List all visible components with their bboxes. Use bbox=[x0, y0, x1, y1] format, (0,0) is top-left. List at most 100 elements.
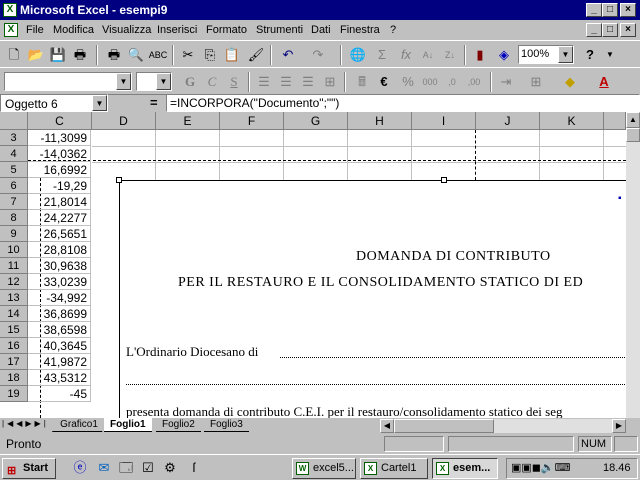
underline-icon[interactable]: S bbox=[224, 72, 244, 92]
tab-foglio1[interactable]: Foglio1 bbox=[104, 418, 152, 432]
menu-inserisci[interactable]: Inserisci bbox=[157, 24, 197, 36]
bold-icon[interactable]: G bbox=[180, 72, 200, 92]
scroll-thumb[interactable] bbox=[626, 128, 640, 142]
row-header[interactable]: 18 bbox=[0, 370, 28, 386]
scroll-left-icon[interactable]: ◀ bbox=[380, 419, 394, 433]
cell-c[interactable]: 43,5312 bbox=[28, 370, 91, 386]
web-icon[interactable]: 🌐 bbox=[348, 45, 368, 65]
tab-foglio2[interactable]: Foglio2 bbox=[156, 418, 201, 432]
row-header[interactable]: 6 bbox=[0, 178, 28, 194]
autosum-icon[interactable]: Σ bbox=[372, 45, 392, 65]
undo-icon[interactable]: ↶ bbox=[278, 45, 298, 65]
menu-visualizza[interactable]: Visualizza bbox=[102, 24, 151, 36]
chevron-down-icon[interactable]: ▼ bbox=[156, 73, 171, 90]
menu-modifica[interactable]: Modifica bbox=[53, 24, 94, 36]
start-button[interactable]: ⊞ Start bbox=[2, 458, 56, 479]
font-select[interactable]: ▼ bbox=[4, 72, 132, 91]
cell-c[interactable]: -11,3099 bbox=[28, 130, 91, 146]
row-header[interactable]: 7 bbox=[0, 194, 28, 210]
cell-c[interactable]: -45 bbox=[28, 386, 91, 402]
desktop-icon[interactable]: 🗔 bbox=[116, 458, 136, 478]
outlook-icon[interactable]: ✉ bbox=[94, 458, 114, 478]
ie-icon[interactable]: ⓔ bbox=[70, 458, 90, 478]
resize-handle-n[interactable] bbox=[441, 177, 447, 183]
select-all-corner[interactable] bbox=[0, 112, 28, 130]
align-left-icon[interactable]: ☰ bbox=[254, 72, 274, 92]
save-icon[interactable]: 💾 bbox=[48, 45, 68, 65]
open-icon[interactable]: 📂 bbox=[26, 45, 46, 65]
horizontal-scrollbar[interactable]: ◀ ▶ bbox=[380, 419, 626, 433]
paste-icon[interactable]: 📋 bbox=[222, 45, 242, 65]
column-header-f[interactable]: F bbox=[220, 112, 284, 130]
drawing-icon[interactable]: ◈ bbox=[494, 45, 514, 65]
cell-c[interactable]: 26,5651 bbox=[28, 226, 91, 242]
row-header[interactable]: 11 bbox=[0, 258, 28, 274]
quicklaunch-icon[interactable]: ⚙ bbox=[160, 458, 180, 478]
column-header-e[interactable]: E bbox=[156, 112, 220, 130]
cell-c[interactable]: 36,8699 bbox=[28, 306, 91, 322]
cell-c[interactable]: 40,3645 bbox=[28, 338, 91, 354]
print-preview-icon[interactable]: 🖶 bbox=[104, 45, 124, 65]
row-header[interactable]: 15 bbox=[0, 322, 28, 338]
tray-icons[interactable]: ▣▣◼🔊⌨ bbox=[511, 461, 571, 474]
cell-c[interactable]: -19,29 bbox=[28, 178, 91, 194]
row-header[interactable]: 10 bbox=[0, 242, 28, 258]
new-icon[interactable]: 🗋 bbox=[4, 45, 24, 65]
row-header[interactable]: 14 bbox=[0, 306, 28, 322]
column-header-partial[interactable] bbox=[604, 112, 626, 130]
cell-c[interactable]: 33,0239 bbox=[28, 274, 91, 290]
worksheet-grid[interactable]: C D E F G H I J K 3 -11,3099 4 -14,0362 5 16,… bbox=[0, 112, 640, 418]
chart-wizard-icon[interactable]: ▮ bbox=[470, 45, 490, 65]
cell-c[interactable]: 24,2277 bbox=[28, 210, 91, 226]
h-scroll-thumb[interactable] bbox=[394, 419, 494, 433]
preview-icon[interactable]: 🔍 bbox=[126, 45, 146, 65]
column-header-h[interactable]: H bbox=[348, 112, 412, 130]
indent-icon[interactable]: ⇥ bbox=[496, 72, 516, 92]
doc-close-button[interactable]: × bbox=[620, 23, 636, 37]
close-button[interactable]: × bbox=[620, 3, 636, 17]
task-cartel1[interactable]: X Cartel1 bbox=[360, 458, 428, 479]
row-header[interactable]: 13 bbox=[0, 290, 28, 306]
menu-strumenti[interactable]: Strumenti bbox=[256, 24, 303, 36]
tab-foglio3[interactable]: Foglio3 bbox=[204, 418, 249, 432]
align-right-icon[interactable]: ☰ bbox=[298, 72, 318, 92]
row-header[interactable]: 4 bbox=[0, 146, 28, 162]
row-header[interactable]: 16 bbox=[0, 338, 28, 354]
row-header[interactable]: 17 bbox=[0, 354, 28, 370]
cell-c[interactable]: 16,6992 bbox=[28, 162, 91, 178]
column-header-d[interactable]: D bbox=[92, 112, 156, 130]
redo-icon[interactable]: ↷ bbox=[308, 45, 328, 65]
menu-dati[interactable]: Dati bbox=[311, 24, 331, 36]
menu-formato[interactable]: Formato bbox=[206, 24, 247, 36]
sort-descending-icon[interactable]: Z↓ bbox=[440, 45, 460, 65]
formula-input[interactable]: =INCORPORA("Documento";"") bbox=[166, 94, 640, 112]
row-header[interactable]: 19 bbox=[0, 386, 28, 402]
menu-help[interactable]: ? bbox=[390, 24, 396, 36]
column-header-g[interactable]: G bbox=[284, 112, 348, 130]
task-esempi[interactable]: Xesem... bbox=[432, 458, 498, 479]
row-header[interactable]: 8 bbox=[0, 210, 28, 226]
excel-app-icon[interactable]: X bbox=[3, 3, 17, 17]
italic-icon[interactable]: C bbox=[202, 72, 222, 92]
copy-icon[interactable]: ⎘ bbox=[200, 45, 220, 65]
column-header-j[interactable]: J bbox=[476, 112, 540, 130]
cut-icon[interactable]: ✂ bbox=[178, 45, 198, 65]
row-header[interactable]: 9 bbox=[0, 226, 28, 242]
fill-color-icon[interactable]: ◆ bbox=[560, 72, 580, 92]
cell-c[interactable]: 30,9638 bbox=[28, 258, 91, 274]
format-painter-icon[interactable]: 🖌 bbox=[246, 45, 266, 65]
chevron-down-icon[interactable]: ▼ bbox=[558, 46, 573, 63]
merge-center-icon[interactable]: ⊞ bbox=[320, 72, 340, 92]
cell-c[interactable]: 41,9872 bbox=[28, 354, 91, 370]
row-header[interactable]: 5 bbox=[0, 162, 28, 178]
menu-file[interactable]: File bbox=[26, 24, 44, 36]
font-size-select[interactable]: ▼ bbox=[136, 72, 172, 91]
spelling-icon[interactable]: ABC bbox=[148, 45, 168, 65]
cell-c[interactable]: 21,8014 bbox=[28, 194, 91, 210]
chevron-down-icon[interactable]: ▼ bbox=[116, 73, 131, 90]
embedded-document[interactable]: DOMANDA DI CONTRIBUTO PER IL RESTAURO E … bbox=[119, 180, 640, 418]
maximize-button[interactable]: □ bbox=[602, 3, 618, 17]
currency-icon[interactable]: 🖩 bbox=[352, 72, 372, 92]
column-header-i[interactable]: I bbox=[412, 112, 476, 130]
doc-restore-button[interactable]: □ bbox=[602, 23, 618, 37]
